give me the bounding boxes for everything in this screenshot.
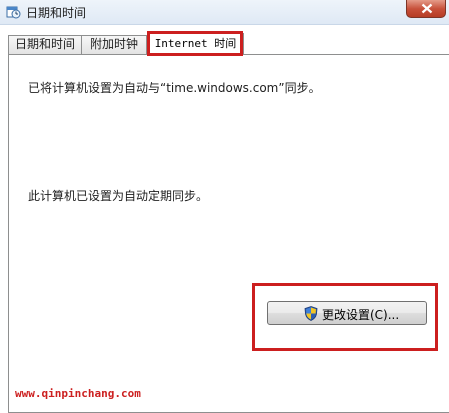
change-settings-button[interactable]: 更改设置(C)... [267, 301, 427, 325]
tab-date-time[interactable]: 日期和时间 [8, 35, 82, 54]
uac-shield-icon [304, 306, 318, 324]
title-bar[interactable]: 日期和时间 [0, 0, 449, 25]
date-time-icon [6, 4, 21, 19]
schedule-text: 此计算机已设置为自动定期同步。 [28, 189, 209, 203]
tab-panel [8, 54, 449, 413]
date-time-dialog: 日期和时间 日期和时间 附加时钟 Internet 时间 已将计算机设置为自动与… [0, 0, 449, 413]
sync-status-text: 已将计算机设置为自动与“time.windows.com”同步。 [28, 81, 321, 95]
window-title: 日期和时间 [26, 6, 87, 20]
watermark-text: www.qinpinchang.com [15, 387, 141, 400]
tab-additional-clocks[interactable]: 附加时钟 [81, 35, 147, 54]
change-settings-label: 更改设置(C)... [322, 308, 400, 322]
close-button[interactable] [406, 0, 446, 18]
close-icon [421, 3, 433, 14]
tab-highlight-box [147, 31, 243, 56]
